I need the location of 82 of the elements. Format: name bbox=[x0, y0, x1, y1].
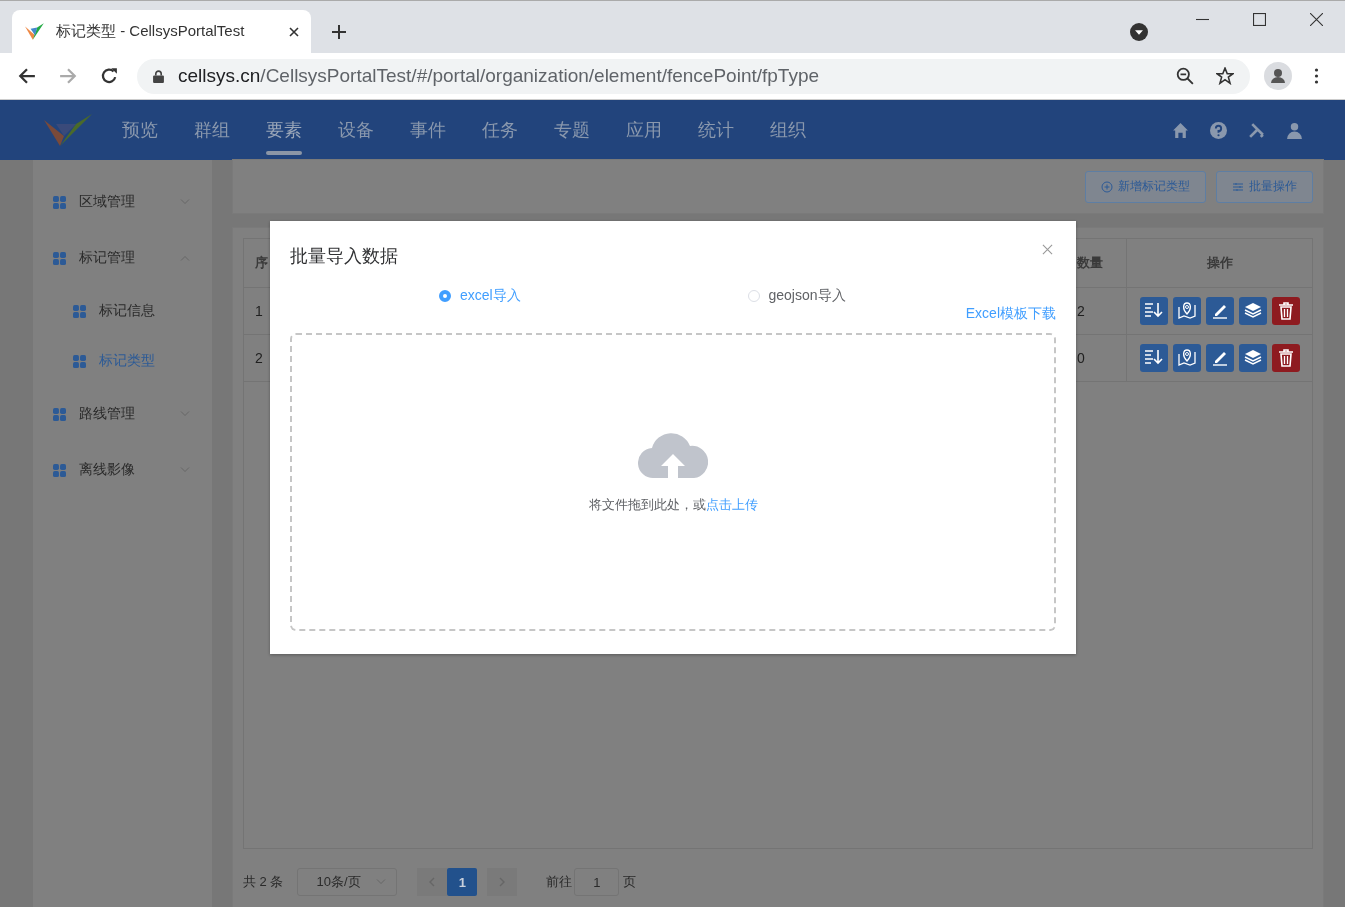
nav-tab[interactable]: 应用 bbox=[626, 100, 662, 160]
star-icon[interactable] bbox=[1216, 67, 1234, 85]
grid-icon bbox=[73, 354, 86, 368]
table-cell-text: 2 bbox=[254, 349, 264, 368]
column-header: 数量 bbox=[1077, 239, 1127, 287]
map-pin-icon bbox=[1175, 347, 1198, 369]
grid-icon bbox=[73, 304, 86, 318]
browser-tab[interactable]: 标记类型 - CellsysPortalTest bbox=[12, 10, 311, 53]
avatar-icon[interactable] bbox=[1264, 62, 1292, 90]
dialog-title: 批量导入数据 bbox=[290, 245, 398, 268]
map-pin-icon bbox=[1175, 300, 1198, 322]
page-suffix: 页 bbox=[623, 873, 637, 891]
goto-label: 前往 bbox=[546, 873, 573, 891]
address-field[interactable]: cellsys.cn/CellsysPortalTest/#/portal/organization/element/fencePoint/fpType bbox=[137, 58, 1250, 94]
action-button[interactable] bbox=[1139, 344, 1168, 372]
page-button[interactable]: 1 bbox=[447, 868, 478, 896]
lock-icon bbox=[153, 69, 164, 83]
column-header: 序 bbox=[254, 254, 269, 272]
template-download-link[interactable]: Excel模板下载 bbox=[965, 305, 1056, 323]
url-text: cellsys.cn/CellsysPortalTest/#/portal/organization/element/fencePoint/fpType bbox=[178, 65, 820, 87]
nav-tab[interactable]: 统计 bbox=[698, 100, 734, 160]
action-button[interactable] bbox=[1205, 344, 1234, 372]
upload-dropzone[interactable]: 将文件拖到此处，或点击上传 bbox=[290, 333, 1056, 631]
back-icon[interactable] bbox=[18, 67, 36, 85]
logo-icon bbox=[42, 112, 94, 148]
sidebar-item[interactable]: 标记类型 bbox=[33, 336, 212, 386]
action-button[interactable] bbox=[1139, 297, 1168, 325]
page-input[interactable]: 1 bbox=[574, 868, 620, 896]
menu-icon[interactable] bbox=[1314, 68, 1319, 84]
batch-button[interactable]: 批量操作 bbox=[1216, 170, 1313, 203]
grid-icon bbox=[53, 195, 66, 209]
radio-option[interactable]: geojson导入 bbox=[747, 287, 1056, 305]
action-button[interactable] bbox=[1238, 344, 1267, 372]
nav-tab[interactable]: 群组 bbox=[194, 100, 230, 160]
add-button[interactable]: 新增标记类型 bbox=[1085, 170, 1206, 203]
new-tab-icon[interactable] bbox=[331, 24, 347, 40]
action-button[interactable] bbox=[1238, 297, 1267, 325]
zoom-out-icon[interactable] bbox=[1176, 67, 1194, 85]
sidebar-item[interactable]: 标记管理 bbox=[33, 230, 212, 286]
close-icon[interactable] bbox=[1042, 244, 1053, 255]
page-size-select[interactable]: 10条/页 bbox=[297, 868, 398, 896]
sliders-icon bbox=[1232, 180, 1244, 193]
logo-icon bbox=[24, 21, 46, 42]
action-button[interactable] bbox=[1172, 297, 1201, 325]
help-icon[interactable] bbox=[1210, 121, 1227, 139]
plus-circle-icon bbox=[1101, 180, 1113, 193]
table-cell-text: 1 bbox=[254, 302, 264, 321]
table-cell: 2 bbox=[1077, 288, 1127, 334]
tools-icon[interactable] bbox=[1248, 121, 1265, 139]
grid-icon bbox=[53, 463, 66, 477]
action-button[interactable] bbox=[1172, 344, 1201, 372]
sidebar-item[interactable]: 路线管理 bbox=[33, 386, 212, 442]
home-icon[interactable] bbox=[1172, 121, 1189, 139]
close-window-icon[interactable] bbox=[1310, 13, 1323, 26]
sidebar-item[interactable]: 区域管理 bbox=[33, 174, 212, 230]
delete-button[interactable] bbox=[1271, 297, 1300, 325]
nav-tab[interactable]: 预览 bbox=[122, 100, 158, 160]
nav-tab[interactable]: 专题 bbox=[554, 100, 590, 160]
radio-option[interactable]: excel导入 bbox=[439, 287, 748, 305]
table-cell: 0 bbox=[1077, 335, 1127, 381]
tab-title: 标记类型 - CellsysPortalTest bbox=[56, 22, 246, 41]
grid-icon bbox=[53, 407, 66, 421]
column-header: 操作 bbox=[1205, 254, 1234, 272]
action-button[interactable] bbox=[1205, 297, 1234, 325]
reload-icon[interactable] bbox=[100, 67, 118, 85]
total-count: 共 2 条 bbox=[243, 873, 284, 891]
sidebar-item[interactable]: 离线影像 bbox=[33, 442, 212, 498]
user-icon[interactable] bbox=[1286, 121, 1303, 139]
nav-tab[interactable]: 组织 bbox=[770, 100, 806, 160]
nav-tab[interactable]: 要素 bbox=[266, 100, 302, 160]
upload-hint: 将文件拖到此处，或点击上传 bbox=[588, 496, 758, 514]
nav-tab[interactable]: 事件 bbox=[410, 100, 446, 160]
maximize-icon[interactable] bbox=[1253, 13, 1266, 26]
close-tab-icon[interactable] bbox=[289, 26, 299, 37]
profile-menu-icon[interactable] bbox=[1130, 23, 1148, 41]
nav-tab[interactable]: 任务 bbox=[482, 100, 518, 160]
upload-link[interactable]: 点击上传 bbox=[705, 497, 758, 512]
nav-tab[interactable]: 设备 bbox=[338, 100, 374, 160]
grid-icon bbox=[53, 251, 66, 265]
sidebar-item[interactable]: 标记信息 bbox=[33, 286, 212, 336]
delete-button[interactable] bbox=[1271, 344, 1300, 372]
radio-button[interactable] bbox=[439, 290, 451, 302]
